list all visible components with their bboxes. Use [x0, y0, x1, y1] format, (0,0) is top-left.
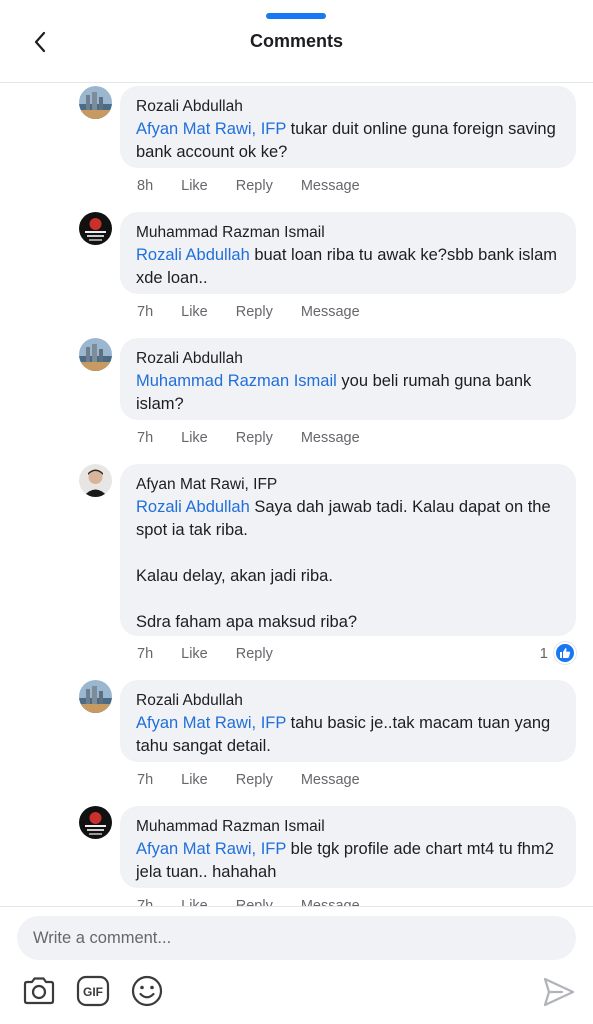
comment-author[interactable]: Muhammad Razman Ismail	[136, 222, 560, 244]
comment-actions: 7h Like Reply	[137, 646, 301, 662]
comment-time: 7h	[137, 772, 154, 788]
avatar[interactable]	[79, 212, 112, 245]
like-button[interactable]: Like	[181, 646, 208, 662]
comment-thread[interactable]: Rozali Abdullah Afyan Mat Rawi, IFP tuka…	[0, 84, 593, 906]
comment-composer: GIF	[0, 906, 593, 1024]
sheet-grabber[interactable]	[266, 13, 326, 19]
comment-bubble[interactable]: Muhammad Razman Ismail Rozali Abdullah b…	[120, 212, 576, 294]
comment-actions: 7h Like Reply Message	[137, 898, 388, 906]
comments-header: Comments	[0, 0, 593, 83]
mention-link[interactable]: Rozali Abdullah	[136, 246, 250, 264]
emoji-button[interactable]	[129, 973, 165, 1009]
comment-author[interactable]: Rozali Abdullah	[136, 348, 560, 370]
thumbs-up-icon	[554, 642, 576, 664]
comment-time: 8h	[137, 178, 154, 194]
reply-button[interactable]: Reply	[236, 430, 273, 446]
reply-button[interactable]: Reply	[236, 772, 273, 788]
camera-icon	[23, 977, 55, 1005]
mention-link[interactable]: Rozali Abdullah	[136, 498, 250, 516]
message-button[interactable]: Message	[301, 304, 360, 320]
comment-author[interactable]: Afyan Mat Rawi, IFP	[136, 474, 560, 496]
mention-link[interactable]: Muhammad Razman Ismail	[136, 372, 337, 390]
comment-author[interactable]: Rozali Abdullah	[136, 96, 560, 118]
reaction-summary[interactable]: 1	[540, 642, 576, 664]
reply-button[interactable]: Reply	[236, 178, 273, 194]
message-button[interactable]: Message	[301, 898, 360, 906]
reaction-count: 1	[539, 644, 548, 662]
avatar[interactable]	[79, 86, 112, 119]
like-button[interactable]: Like	[181, 898, 208, 906]
reply-button[interactable]: Reply	[236, 898, 273, 906]
comment-bubble[interactable]: Muhammad Razman Ismail Afyan Mat Rawi, I…	[120, 806, 576, 888]
like-button[interactable]: Like	[181, 304, 208, 320]
reply-button[interactable]: Reply	[236, 646, 273, 662]
comment-bubble[interactable]: Afyan Mat Rawi, IFP Rozali Abdullah Saya…	[120, 464, 576, 636]
avatar[interactable]	[79, 338, 112, 371]
reply-button[interactable]: Reply	[236, 304, 273, 320]
comment-text: Rozali Abdullah Saya dah jawab tadi. Kal…	[136, 498, 551, 631]
message-button[interactable]: Message	[301, 178, 360, 194]
comment-text: Afyan Mat Rawi, IFP tahu basic je..tak m…	[136, 714, 555, 755]
comment-author[interactable]: Rozali Abdullah	[136, 690, 560, 712]
comment-text: Afyan Mat Rawi, IFP ble tgk profile ade …	[136, 840, 559, 881]
send-icon	[543, 977, 575, 1007]
comment-time: 7h	[137, 646, 154, 662]
mention-link[interactable]: Afyan Mat Rawi, IFP	[136, 714, 286, 732]
like-button[interactable]: Like	[181, 178, 208, 194]
comment-actions: 7h Like Reply Message	[137, 772, 388, 788]
comment-input[interactable]	[17, 916, 576, 960]
comment-time: 7h	[137, 898, 154, 906]
comment-text: Muhammad Razman Ismail you beli rumah gu…	[136, 372, 536, 413]
avatar[interactable]	[79, 806, 112, 839]
comment-time: 7h	[137, 430, 154, 446]
emoji-icon	[131, 975, 163, 1007]
mention-link[interactable]: Afyan Mat Rawi, IFP	[136, 120, 286, 138]
message-button[interactable]: Message	[301, 772, 360, 788]
send-button[interactable]	[542, 975, 576, 1009]
avatar[interactable]	[79, 464, 112, 497]
gif-button[interactable]: GIF	[75, 973, 111, 1009]
camera-button[interactable]	[21, 973, 57, 1009]
comment-bubble[interactable]: Rozali Abdullah Afyan Mat Rawi, IFP tuka…	[120, 86, 576, 168]
mention-link[interactable]: Afyan Mat Rawi, IFP	[136, 840, 286, 858]
svg-text:GIF: GIF	[83, 985, 103, 999]
comment-text: Afyan Mat Rawi, IFP tukar duit online gu…	[136, 120, 561, 161]
avatar[interactable]	[79, 680, 112, 713]
comment-time: 7h	[137, 304, 154, 320]
comment-author[interactable]: Muhammad Razman Ismail	[136, 816, 560, 838]
page-title: Comments	[249, 31, 343, 51]
comment-text: Rozali Abdullah buat loan riba tu awak k…	[136, 246, 562, 287]
gif-icon: GIF	[76, 975, 110, 1007]
comment-bubble[interactable]: Rozali Abdullah Afyan Mat Rawi, IFP tahu…	[120, 680, 576, 762]
like-button[interactable]: Like	[181, 772, 208, 788]
message-button[interactable]: Message	[301, 430, 360, 446]
like-button[interactable]: Like	[181, 430, 208, 446]
comment-actions: 7h Like Reply Message	[137, 304, 388, 320]
comment-bubble[interactable]: Rozali Abdullah Muhammad Razman Ismail y…	[120, 338, 576, 420]
comment-actions: 7h Like Reply Message	[137, 430, 388, 446]
comment-actions: 8h Like Reply Message	[137, 178, 388, 194]
